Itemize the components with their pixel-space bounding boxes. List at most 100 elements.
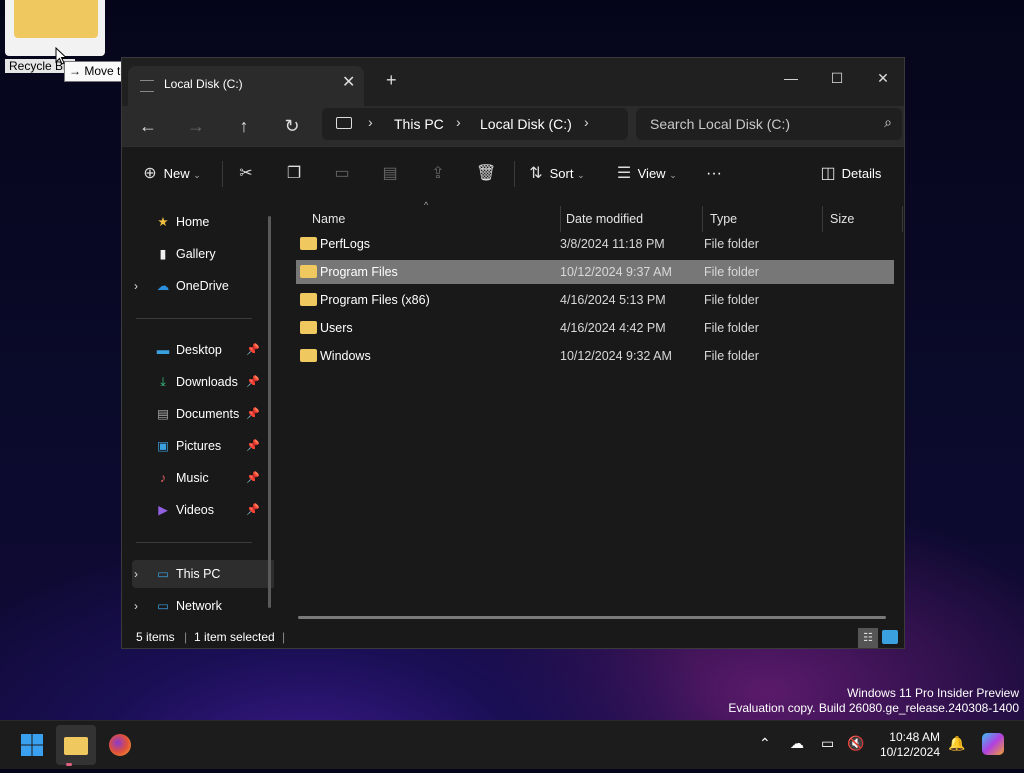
sidebar-item-pictures[interactable]: ▣ Pictures 📌 (132, 432, 282, 460)
column-header-date-modified[interactable]: Date modified (560, 206, 703, 232)
sidebar-item-desktop[interactable]: ▬ Desktop 📌 (132, 336, 282, 364)
sidebar-item-network[interactable]: › ▭ Network (132, 592, 282, 620)
sidebar-item-home[interactable]: ★ Home (132, 208, 282, 236)
view-lines-icon: ☰ (616, 165, 632, 182)
onedrive-offline-icon[interactable]: ☁ (790, 735, 804, 752)
file-row-users[interactable]: Users 4/16/2024 4:42 PM File folder (296, 316, 894, 340)
file-type: File folder (704, 349, 759, 363)
close-window-button[interactable]: ✕ (860, 64, 906, 92)
music-icon: ♪ (159, 471, 167, 485)
close-tab-icon[interactable]: ✕ (342, 72, 355, 92)
minimize-button[interactable]: — (768, 64, 814, 92)
folder-icon (300, 293, 317, 306)
pin-icon[interactable]: 📌 (246, 464, 260, 492)
share-icon: ⇪ (431, 165, 445, 182)
sidebar-scrollbar[interactable] (268, 216, 271, 608)
watermark-line-2: Evaluation copy. Build 26080.ge_release.… (728, 701, 1019, 715)
maximize-button[interactable]: ☐ (814, 64, 860, 92)
sidebar-item-downloads[interactable]: ⤓ Downloads 📌 (132, 368, 282, 396)
file-date: 3/8/2024 11:18 PM (560, 237, 665, 251)
scissors-icon: ✂ (239, 165, 253, 182)
copy-button[interactable]: ❐ (284, 161, 304, 187)
column-header-type[interactable]: Type (704, 206, 823, 232)
sidebar-divider (136, 318, 252, 319)
pictures-icon: ▣ (157, 439, 169, 453)
firefox-taskbar-button[interactable] (100, 725, 140, 765)
home-icon: ★ (157, 215, 169, 229)
tab-local-disk[interactable]: Local Disk (C:) ✕ (128, 66, 364, 106)
share-button[interactable]: ⇪ (428, 161, 448, 187)
show-hidden-icons-chevron-icon[interactable]: ⌃ (759, 735, 771, 752)
column-header-name[interactable]: Name (304, 206, 561, 232)
details-view-icon[interactable]: ☷ (858, 628, 878, 648)
sidebar-item-music[interactable]: ♪ Music 📌 (132, 464, 282, 492)
file-explorer-taskbar-button[interactable] (56, 725, 96, 766)
status-divider: | (282, 630, 286, 644)
more-options-button[interactable]: ··· (706, 161, 722, 187)
chevron-down-icon: ⌄ (193, 170, 201, 180)
file-row-program-files[interactable]: Program Files 10/12/2024 9:37 AM File fo… (296, 260, 894, 284)
sidebar-item-this-pc[interactable]: › ▭ This PC (132, 560, 282, 588)
back-button[interactable]: ← (130, 110, 166, 142)
breadcrumb-local-disk[interactable]: Local Disk (C:) (480, 116, 572, 132)
sidebar-item-label: Documents (176, 407, 240, 421)
search-box[interactable]: Search Local Disk (C:) ⌕ (636, 108, 902, 140)
up-button[interactable]: ↑ (226, 110, 262, 142)
drive-icon (140, 80, 154, 92)
network-icon[interactable]: ▭ (821, 735, 834, 752)
pin-icon[interactable]: 📌 (246, 336, 260, 364)
chevron-right-icon[interactable]: › (584, 114, 589, 130)
details-pane-button[interactable]: ◫ Details (818, 161, 881, 187)
column-header-size[interactable]: Size (824, 206, 903, 232)
horizontal-scrollbar[interactable] (298, 616, 886, 619)
notification-bell-icon[interactable]: 🔔 (948, 735, 965, 752)
volume-muted-icon[interactable]: 🔇 (847, 735, 864, 752)
sidebar-item-documents[interactable]: ▤ Documents 📌 (132, 400, 282, 428)
sidebar-item-videos[interactable]: ▶ Videos 📌 (132, 496, 282, 524)
copilot-icon[interactable] (982, 733, 1004, 755)
chevron-right-icon[interactable]: › (134, 272, 138, 300)
sort-button[interactable]: ⇅ Sort ⌄ (526, 161, 584, 187)
refresh-button[interactable]: ↻ (274, 110, 310, 142)
sidebar-item-onedrive[interactable]: › ☁ OneDrive (132, 272, 282, 300)
breadcrumb-this-pc[interactable]: This PC (394, 116, 444, 132)
clock[interactable]: 10:48 AM 10/12/2024 (880, 730, 940, 760)
file-row-windows[interactable]: Windows 10/12/2024 9:32 AM File folder (296, 344, 894, 368)
sidebar-item-gallery[interactable]: ▮ Gallery (132, 240, 282, 268)
file-name: PerfLogs (320, 237, 371, 251)
paste-button[interactable]: ▭ (332, 161, 352, 187)
tiles-view-icon[interactable] (882, 630, 898, 644)
forward-button[interactable]: → (178, 110, 214, 142)
chevron-right-icon[interactable]: › (134, 560, 138, 588)
delete-button[interactable]: 🗑 (476, 161, 496, 187)
chevron-right-icon: › (456, 114, 461, 130)
recycle-bin-folder-graphic (14, 0, 98, 38)
file-date: 10/12/2024 9:37 AM (560, 265, 672, 279)
search-icon: ⌕ (884, 114, 892, 130)
status-bar: 5 items | 1 item selected | ☷ (122, 628, 904, 648)
address-bar[interactable]: › This PC › Local Disk (C:) › (322, 108, 628, 140)
download-icon: ⤓ (160, 375, 166, 389)
sidebar-item-label: This PC (176, 567, 221, 581)
new-tab-button[interactable]: + (386, 70, 397, 91)
file-row-program-files-x86[interactable]: Program Files (x86) 4/16/2024 5:13 PM Fi… (296, 288, 894, 312)
tab-title: Local Disk (C:) (164, 77, 243, 91)
item-count: 5 items (136, 630, 175, 644)
folder-icon (64, 737, 88, 755)
pin-icon[interactable]: 📌 (246, 400, 260, 428)
rename-button[interactable]: ▤ (380, 161, 400, 187)
start-button[interactable] (12, 725, 52, 765)
pin-icon[interactable]: 📌 (246, 496, 260, 524)
view-button[interactable]: ☰ View ⌄ (614, 161, 677, 187)
pin-icon[interactable]: 📌 (246, 368, 260, 396)
details-pane-icon: ◫ (820, 165, 836, 182)
search-placeholder: Search Local Disk (C:) (650, 116, 791, 132)
file-row-perflogs[interactable]: PerfLogs 3/8/2024 11:18 PM File folder (296, 232, 894, 256)
pin-icon[interactable]: 📌 (246, 432, 260, 460)
clipboard-icon: ▭ (334, 165, 350, 182)
firefox-icon (109, 734, 131, 756)
new-button[interactable]: ⊕ New ⌄ (140, 161, 201, 187)
chevron-right-icon[interactable]: › (134, 592, 138, 620)
cut-button[interactable]: ✂ (236, 161, 256, 187)
folder-icon (300, 237, 317, 250)
